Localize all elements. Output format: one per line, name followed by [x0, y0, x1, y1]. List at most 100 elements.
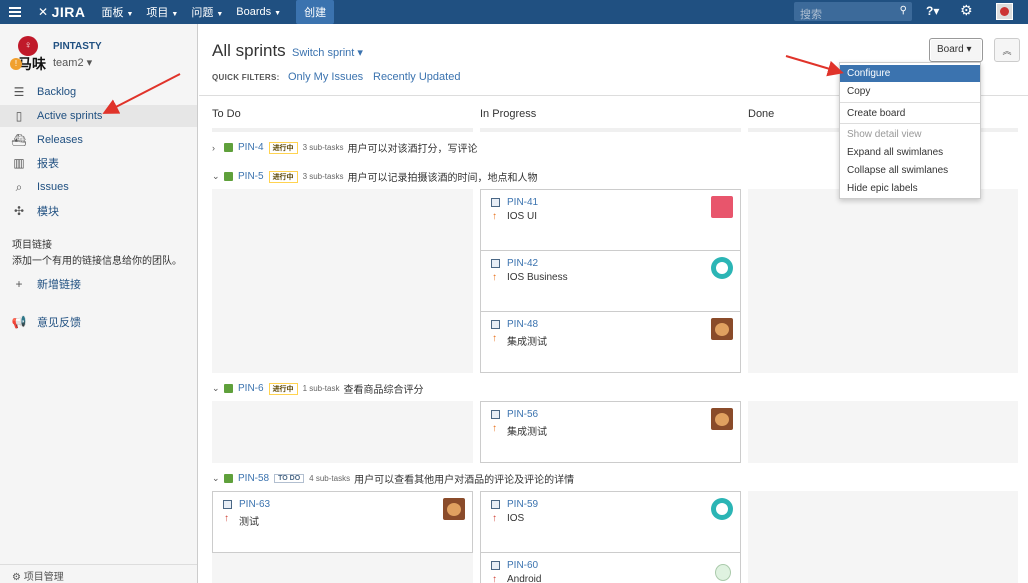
- project-name[interactable]: PINTASTY: [53, 41, 102, 52]
- project-logo-text: 马味: [18, 56, 46, 72]
- gear-icon[interactable]: ⚙: [960, 2, 973, 19]
- column-strip: [212, 128, 473, 132]
- chevron-right-icon[interactable]: ›: [212, 143, 222, 153]
- assignee-avatar: [711, 498, 733, 520]
- subtask-icon: [223, 500, 232, 509]
- chevron-down-icon[interactable]: ⌄: [212, 383, 222, 394]
- menu-item-configure[interactable]: Configure: [840, 65, 980, 82]
- quick-filters-label: QUICK FILTERS:: [212, 73, 280, 82]
- swimlane-header[interactable]: › PIN-4 进行中 3 sub-tasks 用户可以对该酒打分，写评论: [212, 140, 477, 155]
- sidebar-item-releases[interactable]: ⛴ Releases: [0, 129, 197, 151]
- switch-sprint-dropdown[interactable]: Switch sprint ▾: [292, 46, 363, 59]
- story-icon: [224, 474, 233, 483]
- todo-cell: [212, 189, 473, 373]
- subtask-icon: [491, 198, 500, 207]
- story-icon: [224, 172, 233, 181]
- issue-card[interactable]: PIN-59 ↑ IOS: [480, 491, 741, 553]
- priority-major-icon: ↑: [492, 423, 497, 434]
- done-cell: [748, 491, 1018, 583]
- priority-major-icon: ↑: [492, 272, 497, 283]
- priority-critical-icon: ↑: [492, 513, 497, 524]
- issue-card[interactable]: PIN-63 ↑ 测试: [212, 491, 473, 553]
- story-icon: [224, 143, 233, 152]
- sidebar-item-reports[interactable]: ▥ 报表: [0, 152, 197, 174]
- sidebar-item-backlog[interactable]: ☰ Backlog: [0, 81, 197, 103]
- status-badge: 进行中: [268, 382, 298, 395]
- assignee-avatar: [443, 498, 465, 520]
- subtask-icon: [491, 500, 500, 509]
- releases-icon: ⛴: [11, 133, 27, 147]
- sidebar-item-active-sprints[interactable]: ▯ Active sprints: [0, 105, 197, 127]
- quick-filter-recently-updated[interactable]: Recently Updated: [373, 71, 460, 83]
- board-menu-button[interactable]: Board ▾: [929, 38, 983, 62]
- issue-card[interactable]: PIN-48 ↑ 集成测试: [480, 311, 741, 373]
- help-icon[interactable]: ?▾: [926, 4, 939, 18]
- top-navigation-bar: ✕ JIRA 面板 ▼ 项目 ▼ 问题 ▼ Boards ▼ 创建 搜索 ⚲ ?▾ ⚙: [0, 0, 1028, 24]
- board-menu-dropdown: Configure Copy Create board Show detail …: [839, 62, 981, 199]
- priority-critical-icon: ↑: [492, 574, 497, 583]
- chevron-down-icon: ▼: [216, 11, 224, 18]
- menu-divider: [840, 123, 980, 124]
- issue-card[interactable]: PIN-41 ↑ IOS UI: [480, 189, 741, 251]
- subtask-icon: [491, 259, 500, 268]
- subtask-icon: [491, 320, 500, 329]
- status-badge: TO DO: [274, 474, 305, 483]
- swimlane-header[interactable]: ⌄ PIN-58 TO DO 4 sub-tasks 用户可以查看其他用户对酒品…: [212, 471, 574, 486]
- swimlane-header[interactable]: ⌄ PIN-5 进行中 3 sub-tasks 用户可以记录拍摄该酒的时间，地点…: [212, 169, 537, 184]
- project-links-heading: 项目链接: [12, 240, 52, 251]
- info-badge-icon: !: [10, 58, 22, 70]
- collapse-header-icon[interactable]: ︽: [994, 38, 1020, 62]
- nav-dashboards-menu[interactable]: 面板 ▼: [101, 4, 133, 20]
- status-badge: 进行中: [268, 141, 298, 154]
- menu-item-expand-all-swimlanes[interactable]: Expand all swimlanes: [840, 144, 980, 161]
- components-icon: ✣: [13, 204, 25, 218]
- assignee-avatar: [711, 196, 733, 218]
- create-button[interactable]: 创建: [296, 0, 335, 24]
- issue-card[interactable]: PIN-60 ↑ Android: [480, 552, 741, 583]
- issues-icon: ⌕: [15, 179, 23, 194]
- project-links-description: 添加一个有用的链接信息给你的团队。: [12, 256, 182, 267]
- sidebar-item-components[interactable]: ✣ 模块: [0, 200, 197, 222]
- assignee-avatar: [711, 408, 733, 430]
- issue-card[interactable]: PIN-42 ↑ IOS Business: [480, 250, 741, 312]
- done-cell: [748, 401, 1018, 463]
- quick-filter-only-my-issues[interactable]: Only My Issues: [288, 71, 363, 83]
- board-selector[interactable]: team2 ▾: [53, 56, 92, 69]
- menu-item-copy[interactable]: Copy: [840, 83, 980, 100]
- feedback-button[interactable]: 📢 意见反馈: [0, 311, 197, 333]
- issue-card[interactable]: PIN-56 ↑ 集成测试: [480, 401, 741, 463]
- column-header-done: Done: [748, 108, 775, 120]
- column-header-todo: To Do: [212, 108, 241, 120]
- chevron-down-icon: ▼: [274, 10, 282, 17]
- user-avatar[interactable]: [996, 3, 1013, 20]
- menu-item-hide-epic-labels[interactable]: Hide epic labels: [840, 180, 980, 197]
- add-link-button[interactable]: + 新增链接: [0, 273, 197, 295]
- app-switcher-icon[interactable]: [0, 0, 30, 24]
- chevron-down-icon[interactable]: ⌄: [212, 171, 222, 182]
- search-input[interactable]: 搜索 ⚲: [794, 2, 912, 21]
- status-badge: 进行中: [268, 170, 298, 183]
- done-cell: [748, 189, 1018, 373]
- subtask-icon: [491, 561, 500, 570]
- project-admin-link[interactable]: ⚙ 项目管理: [0, 564, 197, 583]
- story-icon: [224, 384, 233, 393]
- swimlane-header[interactable]: ⌄ PIN-6 进行中 1 sub-task 查看商品综合评分: [212, 381, 423, 396]
- jira-logo[interactable]: ✕ JIRA: [38, 4, 85, 20]
- column-strip: [480, 128, 741, 132]
- priority-major-icon: ↑: [492, 333, 497, 344]
- chevron-down-icon[interactable]: ⌄: [212, 473, 222, 484]
- menu-item-create-board[interactable]: Create board: [840, 105, 980, 122]
- menu-item-collapse-all-swimlanes[interactable]: Collapse all swimlanes: [840, 162, 980, 179]
- nav-issues-menu[interactable]: 问题 ▼: [191, 4, 223, 20]
- project-avatar[interactable]: ♀ 马味 !: [10, 36, 52, 74]
- sidebar-item-issues[interactable]: ⌕ Issues: [0, 176, 197, 198]
- nav-boards-menu[interactable]: Boards ▼: [236, 6, 281, 18]
- menu-divider: [840, 102, 980, 103]
- assignee-avatar: [711, 318, 733, 340]
- sidebar: ♀ 马味 ! PINTASTY team2 ▾ ☰ Backlog ▯ Acti…: [0, 24, 198, 583]
- nav-projects-menu[interactable]: 项目 ▼: [146, 4, 178, 20]
- wine-glass-icon: ♀: [18, 36, 38, 56]
- jira-logo-icon: ✕: [38, 5, 49, 19]
- column-header-in-progress: In Progress: [480, 108, 537, 120]
- subtask-icon: [491, 410, 500, 419]
